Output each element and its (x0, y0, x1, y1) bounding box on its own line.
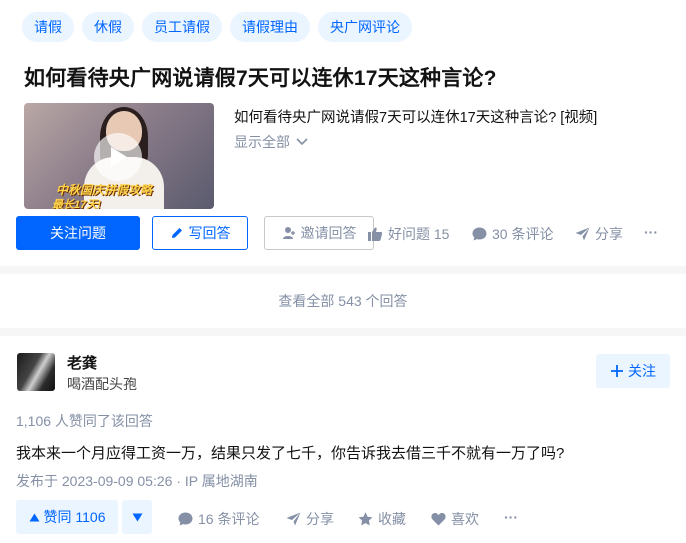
show-all-label: 显示全部 (234, 134, 290, 150)
upvote-label: 赞同 1106 (43, 509, 106, 525)
upvote-button[interactable]: 赞同 1106 (16, 500, 118, 534)
share-icon (286, 512, 301, 526)
answer-share-label: 分享 (306, 511, 334, 527)
question-card: 请假 休假 员工请假 请假理由 央广网评论 如何看待央广网说请假7天可以连休17… (0, 0, 686, 266)
follow-author-button[interactable]: 关注 (596, 354, 670, 388)
view-all-answers-label: 查看全部 543 个回答 (278, 293, 408, 309)
collect-label: 收藏 (378, 511, 406, 527)
answer-share-button[interactable]: 分享 (286, 509, 334, 529)
answer-more-button[interactable]: ··· (504, 509, 518, 525)
thumbs-up-icon (368, 227, 383, 241)
collect-button[interactable]: 收藏 (358, 509, 406, 529)
topic-tag[interactable]: 休假 (82, 12, 134, 42)
star-icon (358, 512, 373, 526)
answer-comments-label: 16 条评论 (198, 511, 260, 527)
answer-content[interactable]: 我本来一个月应得工资一万，结果只发了七千，你告诉我去借三千不就有一万了吗? (16, 442, 564, 463)
topic-tag[interactable]: 员工请假 (142, 12, 222, 42)
more-options-button[interactable]: ··· (644, 224, 658, 240)
follow-author-label: 关注 (628, 363, 656, 379)
answer-timestamp[interactable]: 发布于 2023-09-09 05:26 · IP 属地湖南 (16, 471, 258, 491)
play-icon[interactable] (94, 133, 142, 181)
triangle-up-icon (29, 513, 40, 522)
chevron-down-icon (296, 138, 308, 146)
topic-tag[interactable]: 央广网评论 (318, 12, 412, 42)
video-caption: 最长17天! (52, 199, 101, 209)
author-bio: 喝酒配头孢 (67, 376, 137, 392)
heart-icon (431, 512, 446, 526)
question-excerpt: 如何看待央广网说请假7天可以连休17天这种言论? [视频] (234, 110, 598, 126)
answer-comments-button[interactable]: 16 条评论 (178, 509, 259, 529)
question-title[interactable]: 如何看待央广网说请假7天可以连休17天这种言论? (24, 62, 497, 92)
comment-icon (178, 512, 193, 526)
topic-tags: 请假 休假 员工请假 请假理由 央广网评论 (22, 12, 412, 42)
show-all-link[interactable]: 显示全部 (234, 132, 308, 152)
view-all-answers-link[interactable]: 查看全部 543 个回答 (0, 274, 686, 328)
question-share-button[interactable]: 分享 (575, 224, 623, 244)
comment-icon (472, 227, 487, 241)
question-share-label: 分享 (595, 226, 623, 242)
author-name[interactable]: 老龚 (67, 352, 97, 373)
like-button[interactable]: 喜欢 (431, 509, 479, 529)
avatar[interactable] (17, 353, 55, 391)
video-thumbnail[interactable]: 中秋国庆拼假攻略 最长17天! (24, 103, 214, 209)
downvote-button[interactable] (122, 500, 152, 534)
like-label: 喜欢 (451, 511, 479, 527)
topic-tag[interactable]: 请假 (22, 12, 74, 42)
triangle-down-icon (132, 513, 143, 522)
upvote-summary: 1,106 人赞同了该回答 (16, 413, 153, 429)
topic-tag[interactable]: 请假理由 (230, 12, 310, 42)
question-comments-button[interactable]: 30 条评论 (472, 224, 553, 244)
share-icon (575, 227, 590, 241)
good-question-button[interactable]: 好问题 15 (368, 224, 449, 244)
question-meta-row: 好问题 15 30 条评论 分享 ··· (0, 216, 686, 250)
question-comments-label: 30 条评论 (492, 226, 554, 242)
good-question-label: 好问题 15 (388, 226, 450, 242)
plus-icon (610, 364, 624, 378)
answer-card: 老龚 喝酒配头孢 关注 1,106 人赞同了该回答 我本来一个月应得工资一万，结… (0, 336, 686, 543)
